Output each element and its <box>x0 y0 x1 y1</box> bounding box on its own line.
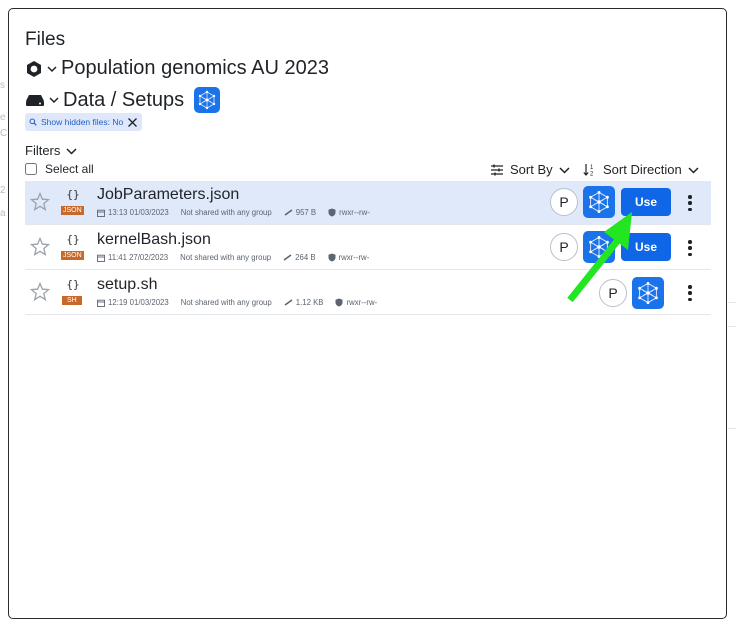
background-text: C <box>0 128 8 139</box>
file-permissions: rwxr--rw- <box>346 298 378 307</box>
background-text: s <box>0 80 5 91</box>
file-meta: 12:19 01/03/2023 Not shared with any gro… <box>97 298 389 307</box>
file-row[interactable]: {} JSON JobParameters.json 13:13 01/03/2… <box>25 181 711 225</box>
size-icon <box>284 209 293 216</box>
use-button[interactable]: Use <box>621 233 671 261</box>
app-network-icon[interactable] <box>583 231 615 263</box>
file-type-icon: {} SH <box>60 276 86 308</box>
app-network-icon[interactable] <box>194 87 221 113</box>
file-name[interactable]: JobParameters.json <box>97 186 239 204</box>
file-sharing: Not shared with any group <box>180 253 272 262</box>
shield-icon <box>335 298 343 307</box>
file-sharing: Not shared with any group <box>180 298 272 307</box>
breadcrumb[interactable]: Data / Setups <box>25 87 221 113</box>
filters-label: Filters <box>25 143 61 158</box>
file-browser-modal: Files Population genomics AU 2023 Data /… <box>8 8 727 619</box>
file-meta: 11:41 27/02/2023 Not shared with any gro… <box>97 253 381 262</box>
provider-button[interactable]: P <box>550 233 578 261</box>
file-modified: 11:41 27/02/2023 <box>108 253 169 262</box>
app-network-icon[interactable] <box>632 277 664 309</box>
use-button[interactable]: Use <box>621 188 671 216</box>
chevron-down-icon[interactable] <box>47 65 57 73</box>
kebab-menu-icon[interactable] <box>685 193 695 213</box>
background-text: a <box>0 208 6 219</box>
kebab-menu-icon[interactable] <box>685 238 695 258</box>
chevron-down-icon <box>559 166 570 174</box>
calendar-icon <box>97 254 105 262</box>
file-ext-badge: SH <box>62 296 82 305</box>
sort-direction-icon: 12 <box>583 163 597 176</box>
file-size: 1.12 KB <box>295 298 324 307</box>
svg-text:1: 1 <box>590 165 594 171</box>
file-ext-badge: JSON <box>61 251 84 260</box>
file-modified: 12:19 01/03/2023 <box>108 298 169 307</box>
select-all-checkbox[interactable] <box>25 163 37 175</box>
file-type-icon: {} JSON <box>61 233 84 260</box>
file-row[interactable]: {} SH setup.sh 12:19 01/03/2023 Not shar… <box>25 271 711 315</box>
file-permissions: rwxr--rw- <box>339 208 370 217</box>
file-name[interactable]: kernelBash.json <box>97 231 211 249</box>
shield-icon <box>328 208 336 217</box>
filters-toggle[interactable]: Filters <box>25 143 77 158</box>
svg-text:2: 2 <box>590 172 594 177</box>
file-type-icon: {} JSON <box>61 188 84 215</box>
hidden-files-chip[interactable]: Show hidden files: No <box>25 113 143 131</box>
kebab-menu-icon[interactable] <box>685 283 695 303</box>
provider-button[interactable]: P <box>599 279 627 307</box>
select-all-label: Select all <box>45 162 94 176</box>
background-divider <box>728 302 736 303</box>
star-icon[interactable] <box>29 281 51 307</box>
search-icon <box>29 118 37 126</box>
chevron-down-icon <box>66 147 77 155</box>
sort-by-button[interactable]: Sort By <box>490 162 570 177</box>
provider-button[interactable]: P <box>550 188 578 216</box>
file-size: 264 B <box>295 253 316 262</box>
calendar-icon <box>97 209 105 217</box>
file-modified: 13:13 01/03/2023 <box>108 208 169 217</box>
background-divider <box>728 428 736 429</box>
file-name[interactable]: setup.sh <box>97 276 157 294</box>
close-icon[interactable] <box>127 117 138 128</box>
star-icon[interactable] <box>29 236 51 262</box>
file-sharing: Not shared with any group <box>180 208 272 217</box>
size-icon <box>283 254 292 261</box>
drive-icon <box>25 93 45 107</box>
background-text: e <box>0 112 6 123</box>
sort-by-icon <box>490 164 504 176</box>
background-divider <box>728 326 736 327</box>
file-permissions: rwxr--rw- <box>338 253 370 262</box>
select-all[interactable]: Select all <box>25 162 94 176</box>
project-selector[interactable]: Population genomics AU 2023 <box>25 57 329 80</box>
sort-by-label: Sort By <box>510 162 553 177</box>
file-row[interactable]: {} JSON kernelBash.json 11:41 27/02/2023… <box>25 226 711 270</box>
shield-icon <box>328 253 336 262</box>
project-hexagon-icon <box>25 60 43 78</box>
app-network-icon[interactable] <box>583 186 615 218</box>
file-size: 957 B <box>295 208 317 217</box>
file-ext-badge: JSON <box>61 206 84 215</box>
star-icon[interactable] <box>29 191 51 217</box>
hidden-files-chip-label: Show hidden files: No <box>41 117 124 127</box>
breadcrumb-path: Data / Setups <box>63 88 185 111</box>
size-icon <box>284 299 293 306</box>
chevron-down-icon <box>688 166 699 174</box>
project-name: Population genomics AU 2023 <box>61 57 329 79</box>
file-meta: 13:13 01/03/2023 Not shared with any gro… <box>97 208 382 217</box>
background-text: 2 <box>0 185 6 196</box>
sort-direction-button[interactable]: 12 Sort Direction <box>583 162 699 177</box>
modal-title: Files <box>25 29 66 50</box>
chevron-down-icon[interactable] <box>49 96 59 104</box>
calendar-icon <box>97 299 105 307</box>
sort-direction-label: Sort Direction <box>603 162 682 177</box>
